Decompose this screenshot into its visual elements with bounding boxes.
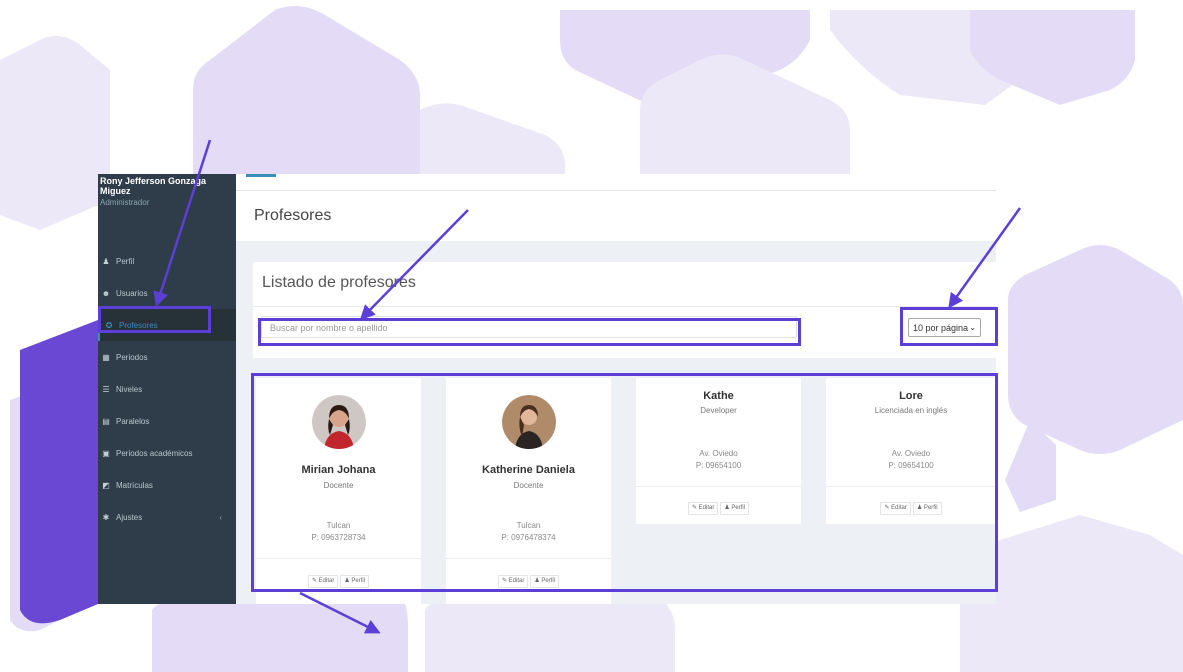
- sidebar-item-periodos[interactable]: ▦ Periodos: [98, 341, 236, 373]
- sidebar-item-label: Matrículas: [116, 480, 153, 490]
- users-icon: ☻: [101, 288, 111, 298]
- page-header: Profesores: [236, 191, 996, 241]
- grid-icon: ▤: [102, 416, 110, 426]
- panel-title: Listado de profesores: [262, 274, 416, 291]
- sidebar-nav: ♟ Perfil ☻ Usuarios ✪ Profesores ▦ Periodos …: [98, 245, 236, 533]
- sidebar-item-perfil[interactable]: ♟ Perfil: [98, 245, 236, 277]
- sidebar-item-label: Paralelos: [116, 416, 150, 426]
- sidebar-item-matriculas[interactable]: ◩ Matrículas: [98, 469, 236, 501]
- user-role: Administrador: [100, 198, 150, 207]
- sidebar-item-label: Niveles: [116, 384, 143, 394]
- divider: [253, 306, 996, 307]
- highlight-page-size: [900, 307, 998, 346]
- menu-toggle-button[interactable]: [246, 174, 276, 177]
- highlight-search: [258, 318, 801, 346]
- chevron-left-icon: ‹: [219, 512, 222, 522]
- calendar-icon: ▣: [102, 448, 110, 458]
- gear-icon: ✱: [102, 512, 110, 522]
- highlight-cards: [251, 373, 998, 592]
- sidebar-item-paralelos[interactable]: ▤ Paralelos: [98, 405, 236, 437]
- top-navbar: [236, 174, 996, 191]
- sidebar-item-usuarios[interactable]: ☻ Usuarios: [98, 277, 236, 309]
- sidebar-item-niveles[interactable]: ☰ Niveles: [98, 373, 236, 405]
- user-icon: ♟: [102, 256, 110, 266]
- sidebar-item-ajustes[interactable]: ✱ Ajustes ‹: [98, 501, 236, 533]
- list-icon: ☰: [102, 384, 110, 394]
- sidebar-item-label: Periodos: [116, 352, 148, 362]
- sidebar-item-label: Usuarios: [116, 288, 148, 298]
- user-name: Rony Jefferson Gonzaga Miguez: [100, 176, 207, 196]
- sidebar-item-label: Ajustes: [116, 512, 143, 522]
- book-icon: ◩: [102, 480, 110, 490]
- page-title: Profesores: [254, 207, 332, 224]
- sidebar-item-label: Periodos académicos: [116, 448, 193, 458]
- user-panel: Rony Jefferson Gonzaga Miguez Administra…: [98, 174, 236, 207]
- sidebar-item-periodos-academicos[interactable]: ▣ Periodos académicos: [98, 437, 236, 469]
- table-icon: ▦: [102, 352, 110, 362]
- sidebar-item-label: Perfil: [116, 256, 135, 266]
- highlight-profesores: [98, 306, 211, 333]
- sidebar: Rony Jefferson Gonzaga Miguez Administra…: [98, 174, 236, 604]
